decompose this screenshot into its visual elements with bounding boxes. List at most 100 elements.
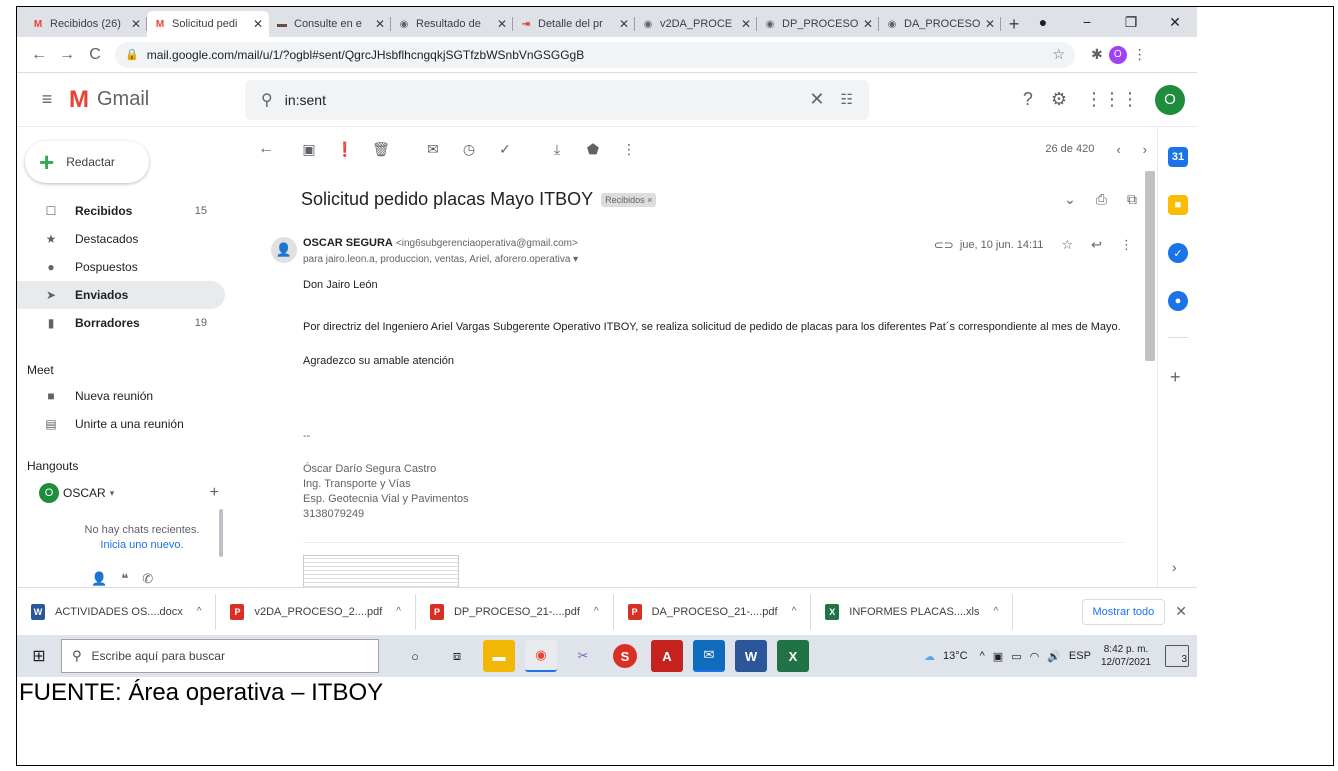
- search-icon[interactable]: ⚲: [261, 90, 273, 110]
- folder-borradores[interactable]: ▮ Borradores 19: [17, 309, 225, 337]
- battery-icon[interactable]: ▭: [1011, 650, 1021, 663]
- collapse-all-icon[interactable]: ⌄: [1064, 191, 1076, 208]
- extensions-puzzle-icon[interactable]: ✱: [1091, 46, 1103, 63]
- close-tab-icon[interactable]: ✕: [741, 17, 751, 31]
- download-menu-chevron-icon[interactable]: ^: [594, 606, 599, 617]
- status-dropdown-icon[interactable]: ▾: [110, 488, 115, 499]
- download-item[interactable]: W ACTIVIDADES OS....docx ^: [17, 593, 217, 630]
- more-options-icon[interactable]: ⋮: [611, 141, 647, 158]
- contacts-icon[interactable]: ●: [1168, 291, 1188, 311]
- folder-destacados[interactable]: ★ Destacados: [17, 225, 225, 253]
- recipients-line[interactable]: para jairo.leon.a, produccion, ventas, A…: [303, 254, 578, 265]
- download-menu-chevron-icon[interactable]: ^: [396, 606, 401, 617]
- browser-tab[interactable]: ⇥ Detalle del pr ✕: [513, 11, 635, 37]
- add-task-icon[interactable]: ✓: [487, 141, 523, 158]
- browser-tab[interactable]: ◉ DP_PROCESO ✕: [757, 11, 879, 37]
- folder-enviados[interactable]: ➤ Enviados: [17, 281, 225, 309]
- browser-tab[interactable]: ◉ Resultado de ✕: [391, 11, 513, 37]
- new-meeting-item[interactable]: ■ Nueva reunión: [41, 389, 153, 403]
- minimize-icon[interactable]: −: [1065, 14, 1109, 30]
- close-tab-icon[interactable]: ✕: [253, 17, 263, 31]
- sender-name[interactable]: OSCAR SEGURA: [303, 237, 393, 249]
- calendar-icon[interactable]: 31: [1168, 147, 1188, 167]
- task-view-icon[interactable]: ⧈: [441, 640, 473, 672]
- taskbar-search[interactable]: ⚲ Escribe aquí para buscar: [61, 639, 379, 673]
- hangouts-scrollbar[interactable]: [219, 509, 223, 557]
- wifi-icon[interactable]: ◠: [1030, 650, 1040, 663]
- close-tab-icon[interactable]: ✕: [375, 17, 385, 31]
- weather-icon[interactable]: ☁: [924, 650, 935, 663]
- browser-tab[interactable]: ▬ Consulte en e ✕: [269, 11, 391, 37]
- browser-profile-avatar[interactable]: O: [1108, 45, 1127, 64]
- move-to-icon[interactable]: ⤓: [539, 141, 575, 158]
- close-tab-icon[interactable]: ✕: [619, 17, 629, 31]
- show-all-downloads-button[interactable]: Mostrar todo: [1081, 598, 1166, 625]
- file-explorer-icon[interactable]: ▬: [483, 640, 515, 672]
- phone-icon[interactable]: ✆: [142, 571, 153, 587]
- download-menu-chevron-icon[interactable]: ^: [792, 606, 797, 617]
- inbox-label-chip[interactable]: Recibidos ×: [601, 192, 657, 207]
- temperature[interactable]: 13°C: [943, 650, 968, 662]
- add-chat-icon[interactable]: +: [210, 484, 219, 502]
- attachment-thumbnail[interactable]: [303, 555, 459, 587]
- chrome-icon[interactable]: ◉: [525, 640, 557, 672]
- hangouts-user[interactable]: O OSCAR ▾ +: [39, 483, 219, 503]
- tray-chevron-icon[interactable]: ^: [980, 650, 985, 662]
- url-bar[interactable]: 🔒 mail.google.com/mail/u/1/?ogbl#sent/Qg…: [115, 41, 1075, 68]
- label-icon[interactable]: ⬟: [575, 141, 611, 158]
- excel-icon[interactable]: X: [777, 640, 809, 672]
- archive-icon[interactable]: ▣: [291, 141, 327, 158]
- clear-search-icon[interactable]: ✕: [809, 89, 824, 110]
- account-avatar[interactable]: O: [1155, 84, 1185, 115]
- tasks-icon[interactable]: ✓: [1168, 243, 1188, 263]
- language-indicator[interactable]: ESP: [1069, 650, 1091, 662]
- delete-icon[interactable]: 🗑: [363, 141, 399, 158]
- close-tab-icon[interactable]: ✕: [863, 17, 873, 31]
- main-menu-icon[interactable]: ≡: [25, 89, 69, 110]
- start-new-chat-link[interactable]: Inicia uno nuevo.: [67, 538, 217, 553]
- close-tab-icon[interactable]: ✕: [985, 17, 995, 31]
- get-addons-icon[interactable]: +: [1170, 367, 1181, 388]
- profile-circle-icon[interactable]: ●: [1021, 14, 1065, 30]
- older-chevron-icon[interactable]: ›: [1143, 142, 1147, 157]
- restore-icon[interactable]: ❐: [1109, 14, 1153, 31]
- star-message-icon[interactable]: ☆: [1061, 237, 1073, 253]
- close-tab-icon[interactable]: ✕: [497, 17, 507, 31]
- compose-button[interactable]: + Redactar: [25, 141, 149, 183]
- settings-gear-icon[interactable]: ⚙: [1051, 89, 1067, 110]
- message-scrollbar[interactable]: [1145, 171, 1155, 361]
- cortana-icon[interactable]: ○: [399, 640, 431, 672]
- back-to-list-icon[interactable]: ←: [241, 140, 291, 158]
- print-icon[interactable]: ⎙: [1096, 191, 1107, 208]
- message-more-icon[interactable]: ⋮: [1120, 237, 1133, 253]
- hide-panel-chevron-icon[interactable]: ›: [1172, 559, 1177, 575]
- apps-grid-icon[interactable]: ⋮⋮⋮: [1085, 89, 1139, 110]
- app-red-circle-icon[interactable]: S: [613, 644, 637, 668]
- open-new-window-icon[interactable]: ⧉: [1127, 191, 1137, 208]
- newer-chevron-icon[interactable]: ‹: [1116, 142, 1120, 157]
- join-meeting-item[interactable]: ▤ Unirte a una reunión: [41, 417, 183, 431]
- browser-tab[interactable]: ◉ v2DA_PROCE ✕: [635, 11, 757, 37]
- forward-arrow-icon[interactable]: →: [53, 46, 81, 64]
- reply-icon[interactable]: ↩: [1091, 237, 1102, 253]
- hangouts-quote-icon[interactable]: ❝: [121, 571, 128, 587]
- word-icon[interactable]: W: [735, 640, 767, 672]
- person-icon[interactable]: 👤: [91, 571, 107, 587]
- close-window-icon[interactable]: ✕: [1153, 14, 1197, 31]
- download-item[interactable]: P DP_PROCESO_21-....pdf ^: [416, 593, 614, 630]
- folder-pospuestos[interactable]: ● Pospuestos: [17, 253, 225, 281]
- browser-tab[interactable]: M Recibidos (26) ✕: [25, 11, 147, 37]
- gmail-logo[interactable]: M Gmail: [69, 86, 245, 114]
- mark-unread-icon[interactable]: ✉: [415, 141, 451, 158]
- browser-menu-icon[interactable]: ⋮: [1133, 46, 1147, 63]
- help-icon[interactable]: ?: [1023, 89, 1033, 110]
- bookmark-star-icon[interactable]: ☆: [1052, 46, 1065, 63]
- download-item[interactable]: P DA_PROCESO_21-....pdf ^: [614, 593, 812, 630]
- tray-app-icon[interactable]: ▣: [993, 650, 1003, 663]
- close-downloads-icon[interactable]: ✕: [1175, 603, 1187, 620]
- close-tab-icon[interactable]: ✕: [131, 17, 141, 31]
- notifications-icon[interactable]: 3: [1165, 645, 1189, 667]
- browser-tab[interactable]: M Solicitud pedi ✕: [147, 11, 269, 37]
- browser-tab[interactable]: ◉ DA_PROCESO ✕: [879, 11, 1001, 37]
- search-options-icon[interactable]: ☷: [840, 91, 853, 108]
